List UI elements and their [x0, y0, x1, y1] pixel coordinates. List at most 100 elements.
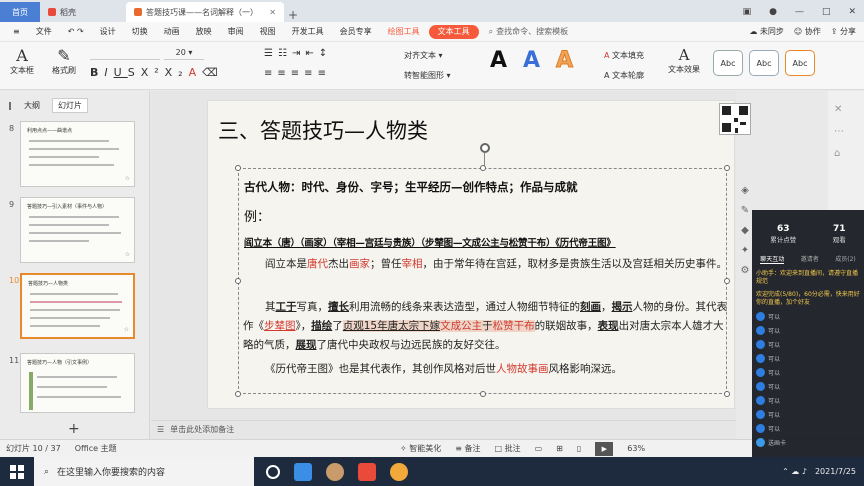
sorter-view-icon[interactable]: ⊞ — [556, 444, 563, 453]
slide-thumb-selected[interactable]: 答题技巧—人物类 ☆ — [20, 273, 135, 339]
slide-thumb[interactable]: 答题技巧—人物（引文事例） — [20, 353, 135, 413]
play-slideshow-icon[interactable]: ▶ — [595, 441, 614, 456]
resize-handle[interactable] — [724, 391, 730, 397]
font-color-icon[interactable]: A — [189, 66, 203, 79]
subscript-icon[interactable]: X₂ — [165, 66, 189, 79]
font-style-buttons[interactable]: BIUSX²X₂A⌫ — [90, 66, 260, 79]
user-icon[interactable]: ● — [769, 7, 777, 17]
slide-thumb[interactable]: 利用点点——曲谱点 ☆ — [20, 121, 135, 187]
slide-canvas[interactable]: 三、答题技巧—人物类 古代人物：时代、身份、字号；生平经历—创作特点；作品与成就… — [207, 100, 751, 409]
distribute-icon[interactable]: ≡ — [318, 68, 331, 79]
strike-icon[interactable]: S — [128, 66, 141, 79]
convert-smartart-button[interactable]: 转智能图形 ▾ — [404, 70, 474, 81]
app-icon[interactable] — [326, 462, 344, 481]
line-spacing-icon[interactable]: ↕ — [319, 48, 332, 59]
side-more-icon[interactable]: ⋯ — [834, 121, 844, 143]
textbox-button[interactable]: A 文本框 — [8, 46, 36, 76]
slide-title[interactable]: 三、答题技巧—人物类 — [218, 115, 428, 145]
slide-thumb[interactable]: 答题技巧—引入素材（事件与人物） ☆ — [20, 197, 135, 263]
resize-handle[interactable] — [480, 165, 486, 171]
close-tab-icon[interactable]: ✕ — [269, 8, 276, 17]
align-right-icon[interactable]: ≡ — [291, 68, 304, 79]
align-left-icon[interactable]: ≡ — [264, 68, 277, 79]
justify-icon[interactable]: ≡ — [304, 68, 317, 79]
fill-icon[interactable]: ◆ — [741, 225, 749, 236]
menu-animation[interactable]: 动画 — [157, 26, 187, 37]
shape-style-2[interactable]: Abc — [749, 50, 779, 76]
taskbar-search[interactable]: ⌕ 在这里输入你要搜索的内容 — [34, 457, 254, 486]
collab-button[interactable]: ☺ 协作 — [794, 26, 821, 37]
bold-icon[interactable]: B — [90, 66, 104, 79]
font-name-select[interactable] — [90, 48, 160, 60]
shape-style-3[interactable]: Abc — [785, 50, 815, 76]
menu-file[interactable]: 文件 — [29, 26, 59, 37]
indent-icon[interactable]: ⇥ — [292, 48, 305, 59]
underline-icon[interactable]: U — [114, 66, 128, 79]
align-center-icon[interactable]: ≡ — [277, 68, 290, 79]
align-buttons[interactable]: ≡≡≡≡≡ — [264, 68, 404, 79]
hamburger-icon[interactable]: ≡ — [6, 27, 27, 36]
italic-icon[interactable]: I — [104, 66, 113, 79]
resize-handle[interactable] — [724, 278, 730, 284]
tab-members[interactable]: 成员(2) — [835, 254, 856, 264]
text-style-orange[interactable]: A — [555, 48, 573, 74]
new-tab-button[interactable]: + — [284, 8, 302, 22]
app-icon[interactable] — [390, 462, 408, 481]
minimize-icon[interactable]: — — [795, 7, 804, 17]
resize-handle[interactable] — [480, 391, 486, 397]
maximize-icon[interactable]: □ — [822, 7, 831, 17]
side-close-icon[interactable]: ✕ — [834, 99, 844, 121]
menu-vip[interactable]: 会员专享 — [333, 26, 379, 37]
notes-bar[interactable]: ☰ 单击此处添加备注 — [151, 420, 736, 438]
windows-start-icon[interactable] — [0, 457, 34, 486]
tab-outline[interactable]: 大纲 — [24, 100, 40, 111]
text-effect-button[interactable]: A 文本效果 — [666, 46, 702, 75]
undo-icon[interactable]: ↶ ↷ — [61, 27, 91, 36]
menu-text-tools[interactable]: 文本工具 — [428, 24, 479, 39]
window-mode-icon[interactable]: ▣ — [743, 7, 752, 17]
collapse-panel-icon[interactable]: ‖ — [8, 101, 12, 110]
number-list-icon[interactable]: ☷ — [278, 48, 292, 59]
comment-toggle[interactable]: □ 批注 — [495, 443, 521, 454]
text-style-black[interactable]: A — [490, 48, 507, 73]
outdent-icon[interactable]: ⇤ — [305, 48, 318, 59]
close-window-icon[interactable]: ✕ — [848, 7, 856, 17]
menu-drawing-tools[interactable]: 绘图工具 — [381, 26, 427, 37]
text-style-blue[interactable]: A — [523, 48, 540, 73]
smart-beautify-button[interactable]: ✧ 智能美化 — [400, 443, 441, 454]
superscript-icon[interactable]: X² — [141, 66, 165, 79]
menu-view[interactable]: 视图 — [253, 26, 283, 37]
chat-footer[interactable]: 送画卡 — [756, 438, 860, 447]
zoom-level[interactable]: 63% — [627, 444, 645, 453]
bullet-list-icon[interactable]: ☰ — [264, 48, 278, 59]
font-size-select[interactable]: 20 ▾ — [164, 48, 204, 60]
normal-view-icon[interactable]: ▭ — [535, 444, 543, 453]
shape-style-1[interactable]: Abc — [713, 50, 743, 76]
tab-home[interactable]: 首页 — [0, 2, 40, 22]
task-view-icon[interactable] — [266, 464, 280, 479]
menu-transition[interactable]: 切换 — [125, 26, 155, 37]
resize-handle[interactable] — [235, 278, 241, 284]
tab-document[interactable]: 答题技巧课——名词解释（一） ✕ — [126, 2, 284, 22]
menu-slideshow[interactable]: 放映 — [189, 26, 219, 37]
layers-icon[interactable]: ◈ — [741, 185, 749, 196]
wps-app-icon[interactable] — [358, 462, 376, 481]
sync-status[interactable]: ☁ 未同步 — [749, 26, 784, 37]
pen-icon[interactable]: ✎ — [741, 205, 749, 216]
notes-toggle[interactable]: ≡ 备注 — [455, 443, 480, 454]
text-outline-button[interactable]: A 文本轮廓 — [604, 70, 664, 81]
settings-icon[interactable]: ⚙ — [741, 265, 750, 276]
rotate-handle[interactable] — [480, 143, 490, 153]
app-icon[interactable] — [294, 462, 312, 481]
content-textbox[interactable]: 古代人物：时代、身份、字号；生平经历—创作特点；作品与成就 例： 阎立本（唐）（… — [235, 143, 730, 397]
animation-icon[interactable]: ✦ — [741, 245, 749, 256]
clear-format-icon[interactable]: ⌫ — [202, 66, 224, 79]
add-slide-icon[interactable]: + — [68, 421, 80, 437]
paragraph-buttons[interactable]: ☰☷⇥⇤↕ — [264, 48, 404, 59]
tab-slides[interactable]: 幻灯片 — [52, 97, 88, 113]
text-fill-button[interactable]: A 文本填充 — [604, 50, 664, 61]
resize-handle[interactable] — [724, 165, 730, 171]
share-button[interactable]: ⇪ 分享 — [831, 26, 856, 37]
tab-invite[interactable]: 邀请者 — [801, 254, 819, 264]
side-restore-icon[interactable]: ⌂ — [834, 143, 844, 165]
